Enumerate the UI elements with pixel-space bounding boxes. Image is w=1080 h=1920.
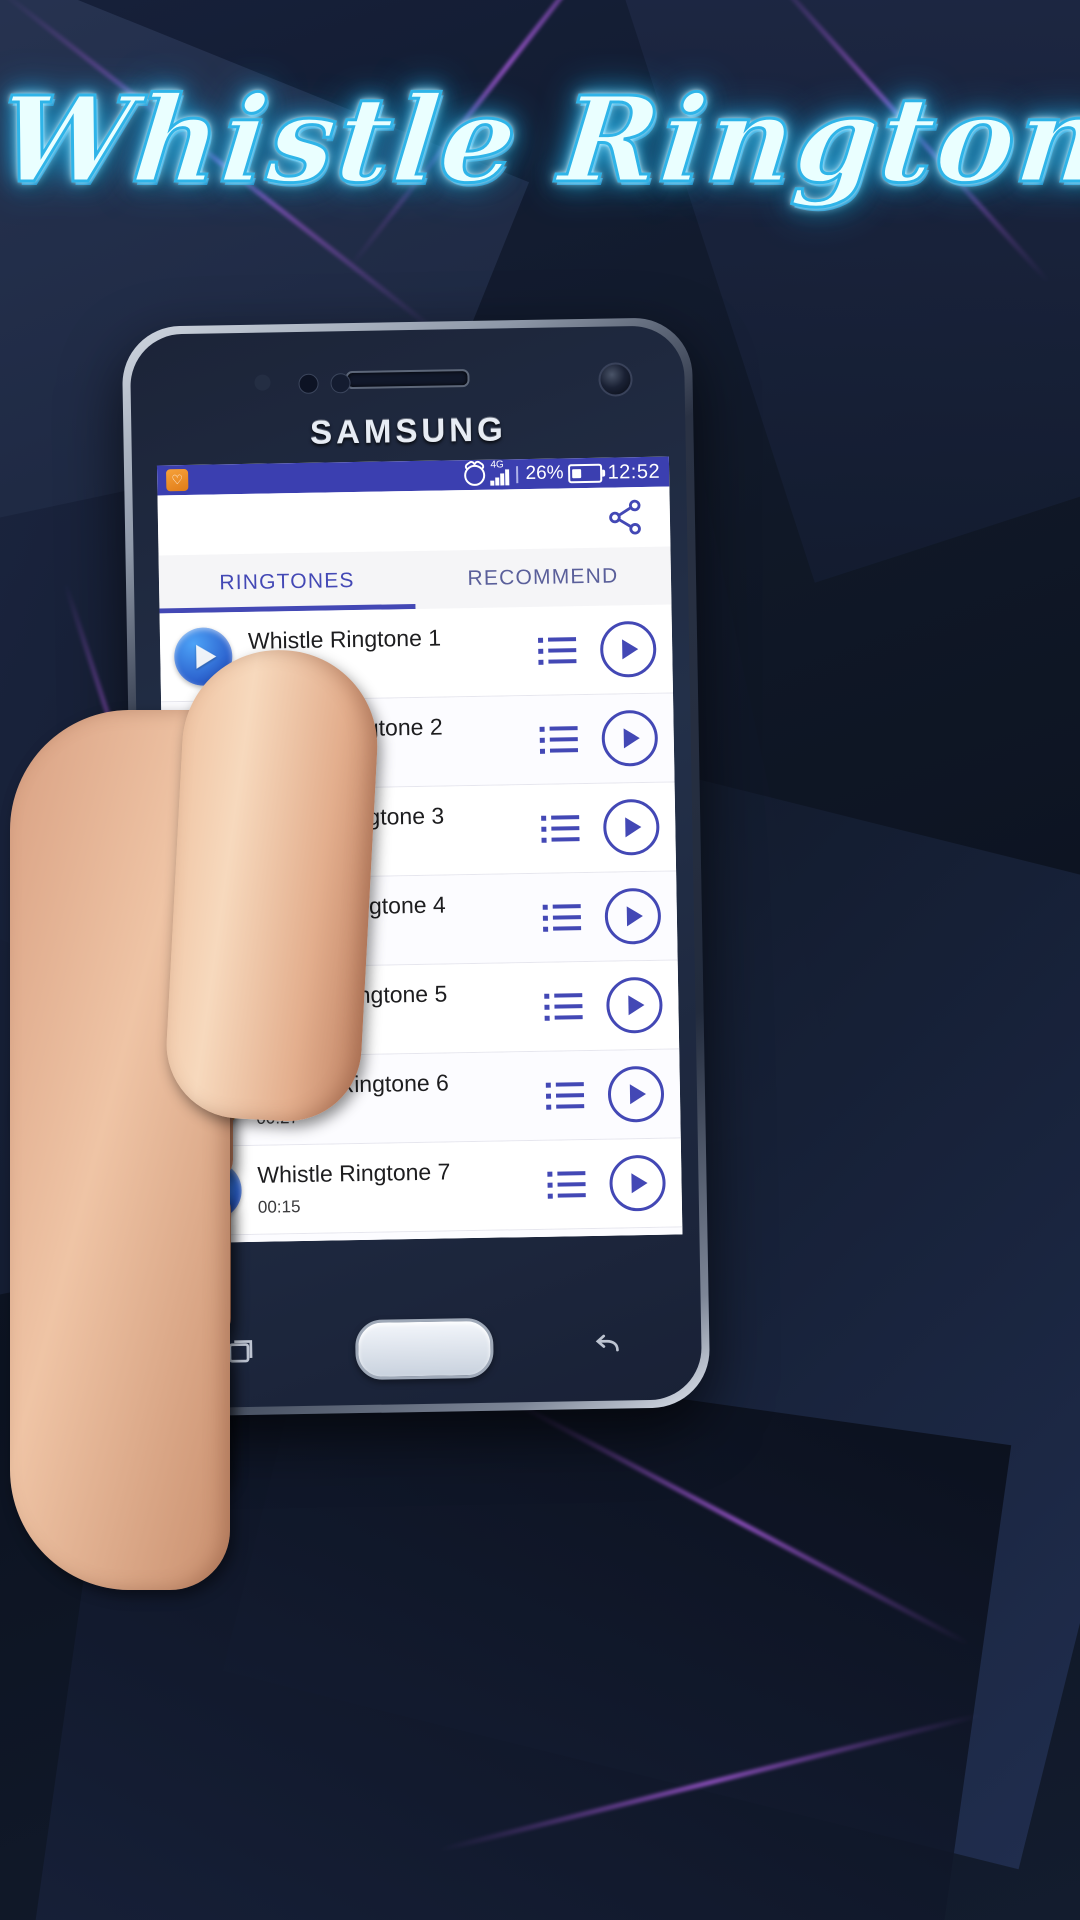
play-circle-icon[interactable] <box>601 709 659 767</box>
ringtone-name: Whistle Ringtone 6 <box>255 1069 450 1099</box>
ringtone-duration: 00:15 <box>254 1019 298 1039</box>
ringtone-meta: Whistle Ringtone 7 00:15 <box>241 1157 548 1218</box>
table-row[interactable]: Whistle Ringtone 1 00:12 <box>159 604 674 703</box>
iris-sensor <box>330 373 351 394</box>
battery-icon <box>568 463 603 483</box>
playlist-icon[interactable] <box>542 904 585 932</box>
table-row[interactable]: Whistle Ringtone 6 00:27 <box>167 1049 681 1148</box>
proximity-sensor <box>254 374 271 391</box>
playlist-icon[interactable] <box>539 726 582 754</box>
phone-screen: ♡ 4G 26% 12:52 RINGTONES RECOMMEND Whist… <box>156 456 683 1244</box>
alarm-icon <box>464 464 486 486</box>
playlist-icon[interactable] <box>547 1171 589 1199</box>
ringtone-thumbnail[interactable] <box>173 627 233 687</box>
table-row[interactable]: Whistle Ringtone 7 00:15 <box>168 1138 683 1237</box>
ringtone-thumbnail[interactable] <box>175 716 235 776</box>
phone-brand-label: SAMSUNG <box>309 410 508 451</box>
playlist-icon[interactable] <box>544 993 586 1021</box>
play-triangle-icon <box>205 1178 226 1203</box>
ringtone-name: Whistle Ringtone 4 <box>252 891 446 921</box>
back-icon[interactable] <box>586 1327 631 1364</box>
ringtone-thumbnail[interactable] <box>181 1072 241 1132</box>
ringtone-meta: Whistle Ringtone 5 00:15 <box>238 979 545 1040</box>
playlist-icon[interactable] <box>541 815 583 843</box>
ringtone-thumbnail[interactable] <box>183 1161 243 1221</box>
ringtone-name: Whistle Ringtone 1 <box>247 624 442 654</box>
tab-bar: RINGTONES RECOMMEND <box>158 546 672 614</box>
table-row[interactable]: Whistle Ringtone 4 00:09 <box>164 871 678 970</box>
recents-icon[interactable] <box>218 1334 263 1371</box>
status-divider <box>516 465 519 483</box>
ringtone-meta: Whistle Ringtone 4 00:09 <box>236 890 543 951</box>
play-circle-icon[interactable] <box>609 1154 667 1212</box>
ringtone-name: Whistle Ringtone 3 <box>250 802 445 832</box>
table-row[interactable]: Whistle Ringtone 2 00:06 <box>161 693 675 792</box>
play-triangle-icon <box>197 733 219 758</box>
tab-recommend[interactable]: RECOMMEND <box>414 547 671 609</box>
ringtone-thumbnail[interactable] <box>176 805 236 865</box>
network-type-label: 4G <box>490 459 504 471</box>
play-circle-icon[interactable] <box>607 1065 665 1123</box>
ringtone-list[interactable]: Whistle Ringtone 1 00:12 Whistle Ringtone … <box>159 604 683 1244</box>
play-triangle-icon <box>200 911 222 936</box>
phone-mockup: SAMSUNG ♡ 4G 26% 12:52 RINGTONES RECOMME… <box>121 317 711 1417</box>
play-circle-icon[interactable] <box>605 976 663 1034</box>
playlist-icon[interactable] <box>545 1082 588 1110</box>
ringtone-name: Whistle Ringtone 2 <box>249 713 443 743</box>
page-title: Whistle Ringtones <box>0 69 1080 211</box>
ringtone-duration: 00:15 <box>257 1197 301 1217</box>
status-bar-right: 4G 26% 12:52 <box>464 459 661 486</box>
navigation-bar <box>172 1302 677 1397</box>
play-triangle-icon <box>196 644 217 669</box>
play-triangle-icon <box>199 822 220 847</box>
play-triangle-icon <box>202 1000 223 1025</box>
ringtone-meta: Whistle Ringtone 6 00:27 <box>240 1068 547 1129</box>
ringtone-thumbnail[interactable] <box>180 983 240 1043</box>
ringtone-duration: 00:06 <box>249 752 293 772</box>
signal-bars-icon: 4G <box>490 459 510 486</box>
play-triangle-icon <box>203 1089 225 1114</box>
ringtone-duration: 00:09 <box>253 930 296 950</box>
ringtone-thumbnail[interactable] <box>178 894 238 954</box>
ringtone-duration: 00:08 <box>251 841 295 861</box>
status-clock: 12:52 <box>607 460 661 484</box>
ringtone-name: Whistle Ringtone 5 <box>254 980 448 1010</box>
ringtone-meta: Whistle Ringtone 3 00:08 <box>235 801 542 862</box>
home-button[interactable] <box>354 1317 494 1381</box>
ringtone-meta: Whistle Ringtone 2 00:06 <box>233 712 540 773</box>
share-icon[interactable] <box>599 492 650 543</box>
ringtone-duration: 00:27 <box>256 1108 300 1128</box>
ringtone-duration: 00:12 <box>248 663 292 683</box>
ringtone-meta: Whistle Ringtone 1 00:12 <box>232 623 539 684</box>
phone-body: SAMSUNG ♡ 4G 26% 12:52 RINGTONES RECOMME… <box>129 325 703 1409</box>
table-row[interactable]: Whistle Ringtone 3 00:08 <box>162 782 677 881</box>
play-circle-icon[interactable] <box>604 887 662 945</box>
ringtone-name: Whistle Ringtone 7 <box>257 1158 451 1188</box>
playlist-icon[interactable] <box>538 637 580 665</box>
message-icon: ♡ <box>166 468 189 492</box>
title-banner: Whistle Ringtones <box>0 69 1080 211</box>
app-header <box>157 486 671 556</box>
light-sensor <box>298 373 319 394</box>
play-circle-icon[interactable] <box>599 620 657 678</box>
play-circle-icon[interactable] <box>602 798 660 856</box>
battery-percent-label: 26% <box>525 462 564 485</box>
earpiece-speaker <box>345 368 470 390</box>
front-camera <box>598 362 633 397</box>
table-row[interactable]: Whistle Ringtone 5 00:15 <box>165 960 680 1059</box>
